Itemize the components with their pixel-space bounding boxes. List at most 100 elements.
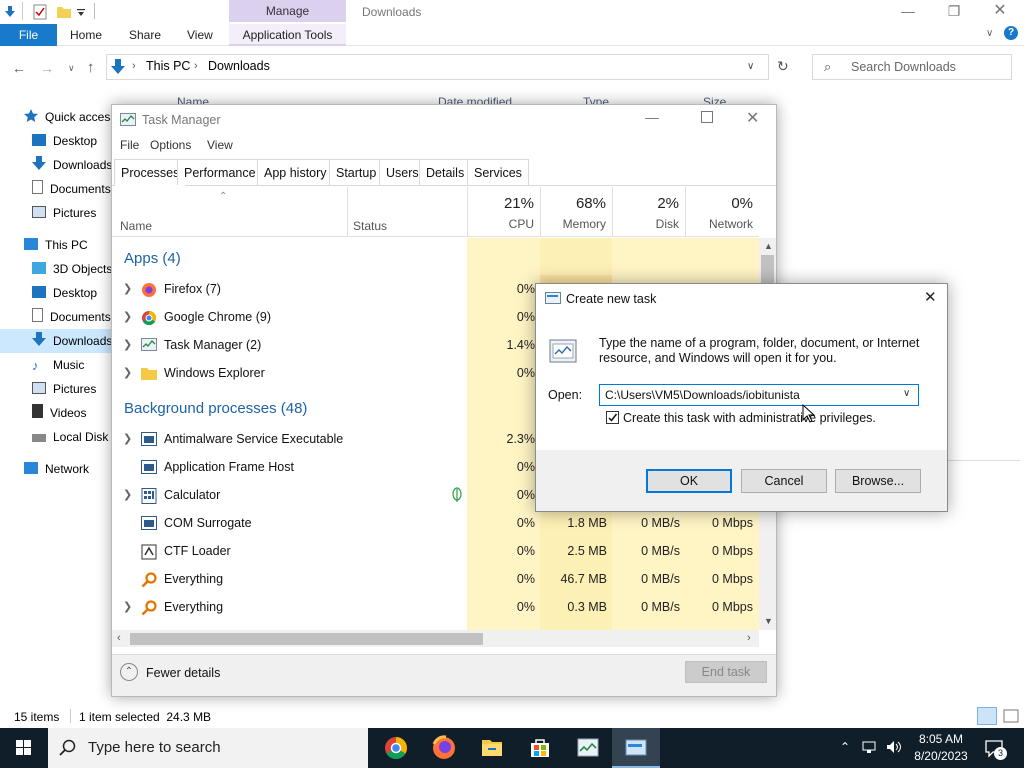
menu-view[interactable]: View	[207, 138, 233, 152]
process-row[interactable]: CTF Loader 0% 2.5 MB 0 MB/s 0 Mbps	[113, 537, 758, 565]
menu-file[interactable]: File	[120, 138, 139, 152]
tab-view[interactable]: View	[187, 24, 213, 46]
large-icons-view-button[interactable]	[1002, 707, 1020, 725]
end-task-button[interactable]: End task	[685, 661, 767, 683]
taskbar-search-box[interactable]: Type here to search	[48, 728, 368, 768]
sort-up-icon[interactable]: ⌃	[219, 191, 227, 202]
combobox-dropdown-icon[interactable]: ∨	[903, 388, 910, 399]
address-bar[interactable]	[106, 54, 769, 80]
tab-processes[interactable]: Processes	[114, 159, 187, 186]
tab-share[interactable]: Share	[129, 24, 161, 46]
help-icon[interactable]: ?	[1004, 26, 1018, 40]
nav-documents[interactable]: Documents	[32, 177, 111, 201]
tab-application-tools[interactable]: Application Tools	[229, 24, 346, 46]
process-row[interactable]: Everything 0% 46.7 MB 0 MB/s 0 Mbps	[113, 565, 758, 593]
nav-quick-access[interactable]: Quick access	[24, 105, 116, 129]
cancel-button[interactable]: Cancel	[741, 469, 827, 493]
forward-button[interactable]: →	[40, 60, 54, 76]
open-combobox[interactable]: C:\Users\VM5\Downloads/iobitunista ∨	[599, 384, 919, 406]
browse-button[interactable]: Browse...	[835, 469, 921, 493]
expand-icon[interactable]: ❯	[123, 481, 132, 509]
taskbar-file-explorer[interactable]	[468, 728, 516, 768]
expand-icon[interactable]: ❯	[123, 425, 132, 453]
ok-button[interactable]: OK	[646, 469, 732, 493]
refresh-icon[interactable]: ↻	[777, 58, 789, 75]
address-dropdown-icon[interactable]: ∨	[747, 61, 754, 72]
tab-performance[interactable]: Performance	[177, 159, 263, 185]
menu-options[interactable]: Options	[150, 138, 191, 152]
recent-locations-icon[interactable]: ∨	[68, 63, 75, 74]
header-network[interactable]: 0% Network	[685, 187, 759, 237]
minimize-button[interactable]: —	[885, 0, 931, 24]
up-button[interactable]: ↑	[87, 59, 95, 76]
nav-desktop-2[interactable]: Desktop	[32, 281, 97, 305]
scroll-up-arrow[interactable]: ▲	[764, 241, 773, 251]
header-cpu[interactable]: 21% CPU	[467, 187, 540, 237]
process-row[interactable]: ❯ Everything 0% 0.3 MB 0 MB/s 0 Mbps	[113, 593, 758, 621]
nav-music[interactable]: ♪ Music	[32, 353, 84, 377]
taskbar-store[interactable]	[516, 728, 564, 768]
scroll-right-arrow[interactable]: ›	[747, 632, 751, 644]
process-row[interactable]: COM Surrogate 0% 1.8 MB 0 MB/s 0 Mbps	[113, 509, 758, 537]
new-folder-icon[interactable]	[57, 5, 71, 18]
customize-toolbar-icon[interactable]	[77, 7, 85, 17]
volume-icon[interactable]	[886, 740, 902, 754]
tab-services[interactable]: Services	[467, 159, 529, 185]
tab-file[interactable]: File	[0, 24, 57, 46]
nav-documents-2[interactable]: Documents	[32, 305, 111, 329]
nav-3d-objects[interactable]: 3D Objects	[32, 257, 112, 281]
taskbar-task-manager[interactable]	[564, 728, 612, 768]
start-button[interactable]	[0, 728, 48, 768]
clock-time[interactable]: 8:05 AM	[910, 732, 972, 746]
clock-date[interactable]: 8/20/2023	[910, 749, 972, 763]
tab-startup[interactable]: Startup	[329, 159, 384, 185]
header-memory[interactable]: 68% Memory	[540, 187, 612, 237]
chevron-up-icon[interactable]: ⌃	[120, 663, 138, 681]
show-hidden-icons[interactable]: ⌃	[840, 740, 850, 754]
properties-icon[interactable]	[33, 4, 47, 20]
chevron-down-icon[interactable]: ∨	[986, 28, 998, 40]
expand-icon[interactable]: ❯	[123, 303, 132, 331]
taskbar-firefox[interactable]	[420, 728, 468, 768]
close-button[interactable]: ✕	[977, 0, 1023, 24]
scroll-down-arrow[interactable]: ▼	[764, 616, 773, 626]
tm-close-button[interactable]: ✕	[746, 108, 759, 128]
nav-videos[interactable]: Videos	[32, 401, 86, 425]
tab-home[interactable]: Home	[70, 24, 102, 46]
horizontal-scroll-thumb[interactable]	[130, 633, 483, 645]
taskbar-chrome[interactable]	[372, 728, 420, 768]
header-name[interactable]: Name	[120, 219, 152, 233]
nav-pictures-2[interactable]: Pictures	[32, 377, 96, 401]
expand-icon[interactable]: ❯	[123, 593, 132, 621]
header-disk[interactable]: 2% Disk	[612, 187, 685, 237]
nav-network[interactable]: Network	[24, 457, 89, 481]
tab-manage[interactable]: Manage	[229, 0, 346, 22]
details-view-button[interactable]	[977, 707, 997, 725]
fewer-details-link[interactable]: Fewer details	[146, 666, 220, 680]
dialog-close-button[interactable]: ✕	[924, 288, 937, 306]
admin-checkbox-label[interactable]: Create this task with administrative pri…	[623, 411, 876, 425]
expand-icon[interactable]: ❯	[123, 275, 132, 303]
breadcrumb-downloads[interactable]: Downloads	[208, 59, 270, 73]
expand-icon[interactable]: ❯	[123, 331, 132, 359]
expand-icon[interactable]: ❯	[123, 359, 132, 387]
scroll-left-arrow[interactable]: ‹	[117, 632, 121, 644]
tab-app-history[interactable]: App history	[257, 159, 334, 185]
nav-desktop[interactable]: Desktop	[32, 129, 97, 153]
tm-maximize-button[interactable]	[701, 111, 713, 123]
admin-checkbox[interactable]	[606, 411, 619, 424]
nav-pictures[interactable]: Pictures	[32, 201, 96, 225]
download-arrow-icon[interactable]	[4, 6, 16, 18]
header-status[interactable]: Status	[353, 219, 387, 233]
open-input-value[interactable]: C:\Users\VM5\Downloads/iobitunista	[605, 388, 800, 402]
network-tray-icon[interactable]	[862, 740, 878, 754]
nav-downloads[interactable]: Downloads	[32, 153, 112, 177]
tab-details[interactable]: Details	[419, 159, 472, 185]
taskbar-run-dialog[interactable]	[612, 728, 660, 768]
breadcrumb-this-pc[interactable]: This PC	[146, 59, 190, 73]
tm-minimize-button[interactable]: —	[645, 109, 659, 125]
back-button[interactable]: ←	[12, 60, 26, 76]
maximize-button[interactable]: ❐	[931, 0, 977, 24]
nav-this-pc[interactable]: This PC	[24, 233, 88, 257]
nav-downloads-2[interactable]: Downloads	[32, 329, 112, 353]
